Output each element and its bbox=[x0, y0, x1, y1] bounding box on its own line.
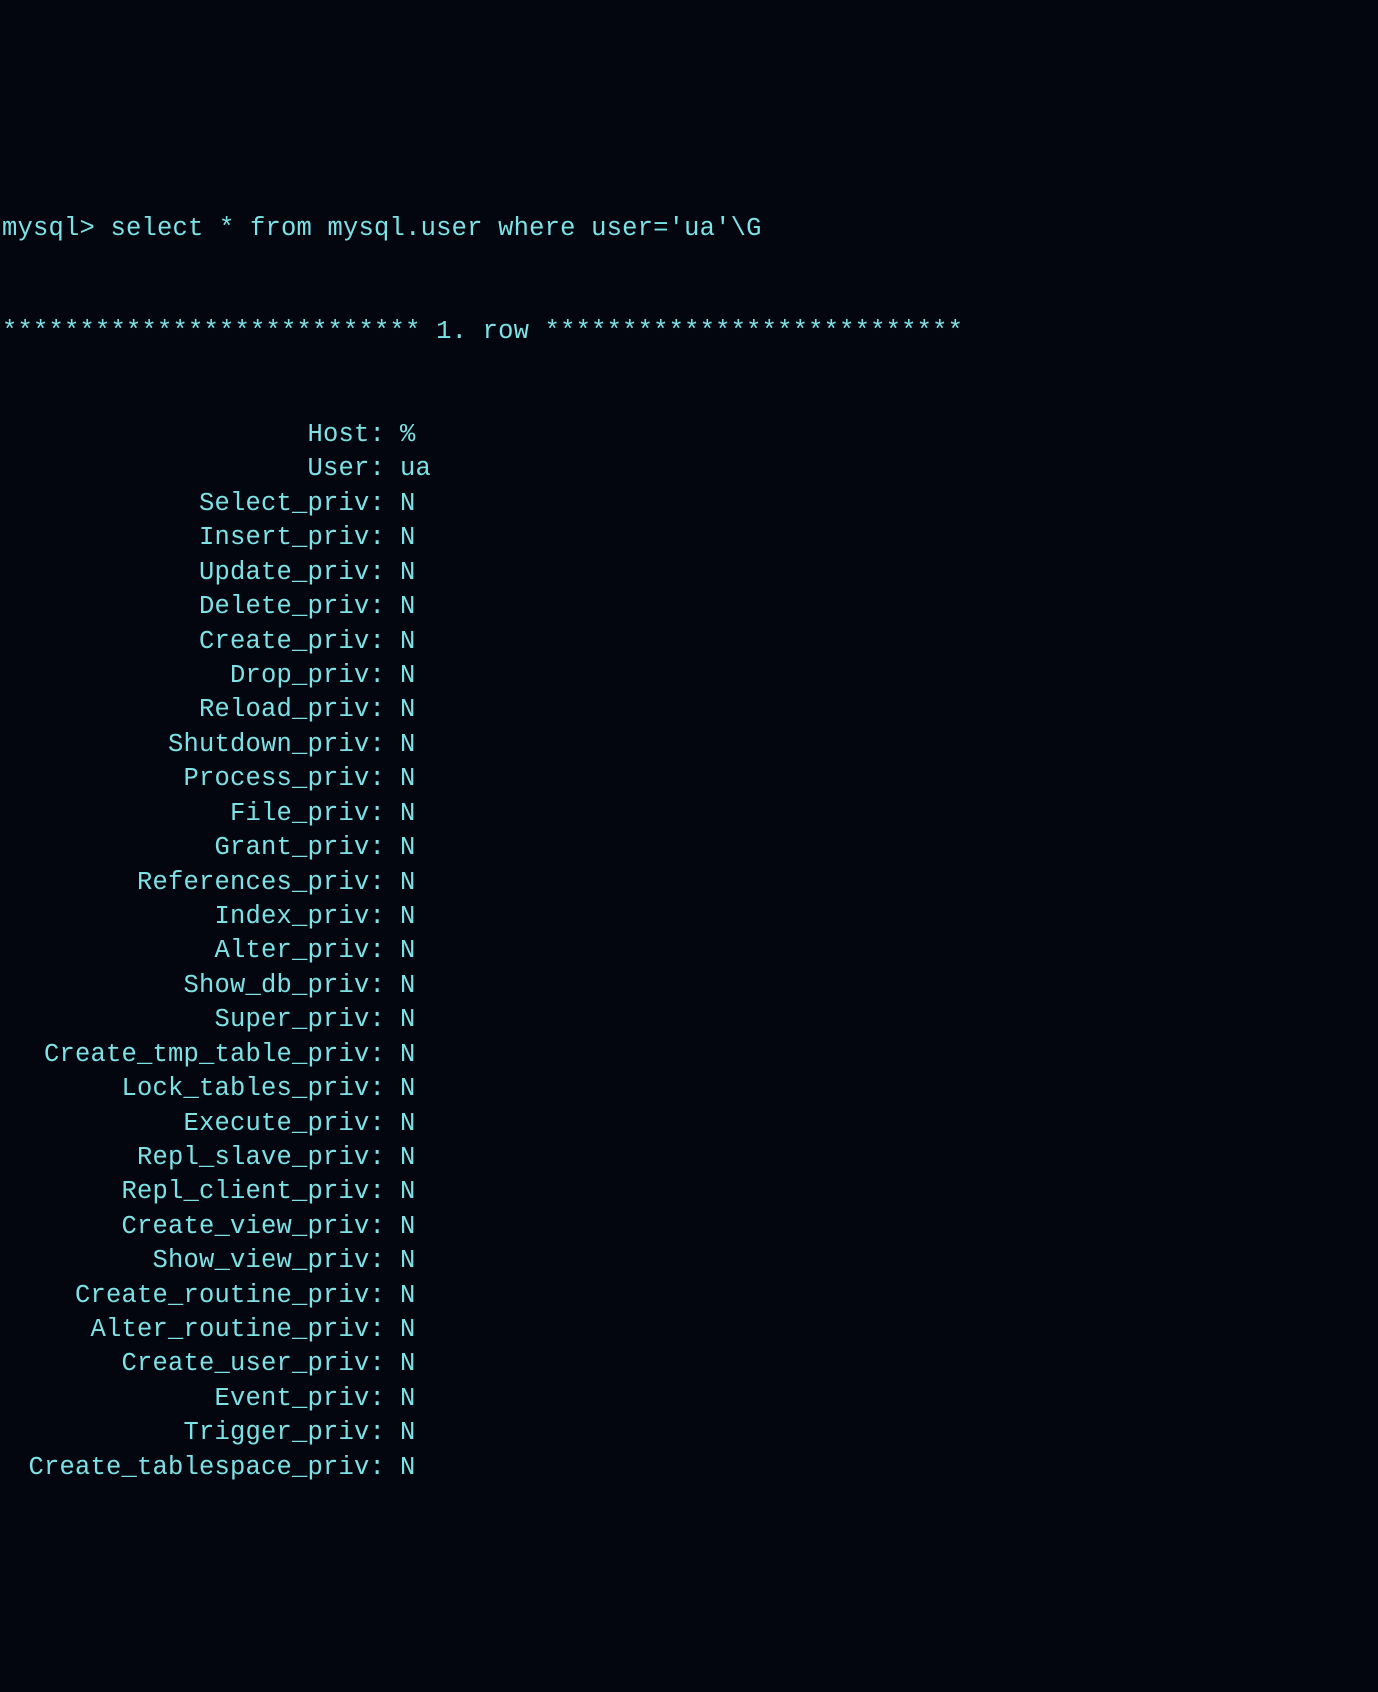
field-value: N bbox=[385, 1175, 416, 1209]
result-row: Show_view_priv:N bbox=[0, 1244, 1378, 1278]
result-row: Super_priv:N bbox=[0, 1003, 1378, 1037]
field-name: Create_view_priv: bbox=[0, 1210, 385, 1244]
field-name: Select_priv: bbox=[0, 487, 385, 521]
terminal-output: mysql> select * from mysql.user where us… bbox=[0, 143, 1378, 1520]
field-value: N bbox=[385, 1313, 416, 1347]
result-row: Execute_priv:N bbox=[0, 1107, 1378, 1141]
field-value: N bbox=[385, 625, 416, 659]
field-name: Grant_priv: bbox=[0, 831, 385, 865]
field-name: Super_priv: bbox=[0, 1003, 385, 1037]
field-value: N bbox=[385, 969, 416, 1003]
result-row: Update_priv:N bbox=[0, 556, 1378, 590]
result-row: Trigger_priv:N bbox=[0, 1416, 1378, 1450]
result-row: Create_view_priv:N bbox=[0, 1210, 1378, 1244]
field-value: N bbox=[385, 934, 416, 968]
result-row: Repl_slave_priv:N bbox=[0, 1141, 1378, 1175]
field-value: ua bbox=[385, 452, 431, 486]
field-value: N bbox=[385, 728, 416, 762]
field-name: Process_priv: bbox=[0, 762, 385, 796]
field-value: N bbox=[385, 1416, 416, 1450]
field-value: N bbox=[385, 1107, 416, 1141]
result-row: Shutdown_priv:N bbox=[0, 728, 1378, 762]
result-row: Reload_priv:N bbox=[0, 693, 1378, 727]
result-row: Lock_tables_priv:N bbox=[0, 1072, 1378, 1106]
field-value: N bbox=[385, 659, 416, 693]
field-name: Shutdown_priv: bbox=[0, 728, 385, 762]
result-row: User:ua bbox=[0, 452, 1378, 486]
field-value: N bbox=[385, 1038, 416, 1072]
field-name: Create_priv: bbox=[0, 625, 385, 659]
field-value: N bbox=[385, 521, 416, 555]
field-value: N bbox=[385, 831, 416, 865]
result-row: Drop_priv:N bbox=[0, 659, 1378, 693]
field-name: Show_db_priv: bbox=[0, 969, 385, 1003]
field-value: N bbox=[385, 1244, 416, 1278]
result-row: Create_user_priv:N bbox=[0, 1347, 1378, 1381]
field-value: N bbox=[385, 487, 416, 521]
result-row: Delete_priv:N bbox=[0, 590, 1378, 624]
field-value: N bbox=[385, 900, 416, 934]
field-name: Alter_routine_priv: bbox=[0, 1313, 385, 1347]
field-name: Create_user_priv: bbox=[0, 1347, 385, 1381]
result-row: Create_priv:N bbox=[0, 625, 1378, 659]
result-row: Create_tablespace_priv:N bbox=[0, 1451, 1378, 1485]
field-name: Repl_slave_priv: bbox=[0, 1141, 385, 1175]
row-separator: *************************** 1. row *****… bbox=[0, 315, 1378, 349]
result-row: Create_routine_priv:N bbox=[0, 1279, 1378, 1313]
field-name: Alter_priv: bbox=[0, 934, 385, 968]
field-name: User: bbox=[0, 452, 385, 486]
field-name: Event_priv: bbox=[0, 1382, 385, 1416]
field-name: Create_tablespace_priv: bbox=[0, 1451, 385, 1485]
field-name: Reload_priv: bbox=[0, 693, 385, 727]
field-value: N bbox=[385, 1279, 416, 1313]
field-name: Create_routine_priv: bbox=[0, 1279, 385, 1313]
field-name: References_priv: bbox=[0, 866, 385, 900]
field-name: Host: bbox=[0, 418, 385, 452]
result-row: Insert_priv:N bbox=[0, 521, 1378, 555]
field-value: N bbox=[385, 590, 416, 624]
result-row: Alter_priv:N bbox=[0, 934, 1378, 968]
result-row: Alter_routine_priv:N bbox=[0, 1313, 1378, 1347]
result-row: Select_priv:N bbox=[0, 487, 1378, 521]
field-value: N bbox=[385, 556, 416, 590]
field-name: Insert_priv: bbox=[0, 521, 385, 555]
result-row: Create_tmp_table_priv:N bbox=[0, 1038, 1378, 1072]
field-value: N bbox=[385, 1347, 416, 1381]
result-row: Process_priv:N bbox=[0, 762, 1378, 796]
field-value: N bbox=[385, 1003, 416, 1037]
result-row: File_priv:N bbox=[0, 797, 1378, 831]
field-name: Repl_client_priv: bbox=[0, 1175, 385, 1209]
result-row: Event_priv:N bbox=[0, 1382, 1378, 1416]
field-name: Trigger_priv: bbox=[0, 1416, 385, 1450]
result-rows: Host:%User:uaSelect_priv:NInsert_priv:NU… bbox=[0, 418, 1378, 1485]
field-value: N bbox=[385, 866, 416, 900]
field-value: N bbox=[385, 1072, 416, 1106]
field-name: Index_priv: bbox=[0, 900, 385, 934]
field-name: Update_priv: bbox=[0, 556, 385, 590]
result-row: References_priv:N bbox=[0, 866, 1378, 900]
field-name: Create_tmp_table_priv: bbox=[0, 1038, 385, 1072]
field-value: N bbox=[385, 797, 416, 831]
field-value: N bbox=[385, 1451, 416, 1485]
field-name: Lock_tables_priv: bbox=[0, 1072, 385, 1106]
field-value: N bbox=[385, 693, 416, 727]
field-value: N bbox=[385, 1382, 416, 1416]
result-row: Index_priv:N bbox=[0, 900, 1378, 934]
field-name: Show_view_priv: bbox=[0, 1244, 385, 1278]
result-row: Host:% bbox=[0, 418, 1378, 452]
field-value: % bbox=[385, 418, 416, 452]
field-name: Delete_priv: bbox=[0, 590, 385, 624]
command-line: mysql> select * from mysql.user where us… bbox=[0, 212, 1378, 246]
field-value: N bbox=[385, 1210, 416, 1244]
result-row: Repl_client_priv:N bbox=[0, 1175, 1378, 1209]
result-row: Show_db_priv:N bbox=[0, 969, 1378, 1003]
field-name: Drop_priv: bbox=[0, 659, 385, 693]
field-name: Execute_priv: bbox=[0, 1107, 385, 1141]
field-value: N bbox=[385, 762, 416, 796]
field-name: File_priv: bbox=[0, 797, 385, 831]
result-row: Grant_priv:N bbox=[0, 831, 1378, 865]
field-value: N bbox=[385, 1141, 416, 1175]
